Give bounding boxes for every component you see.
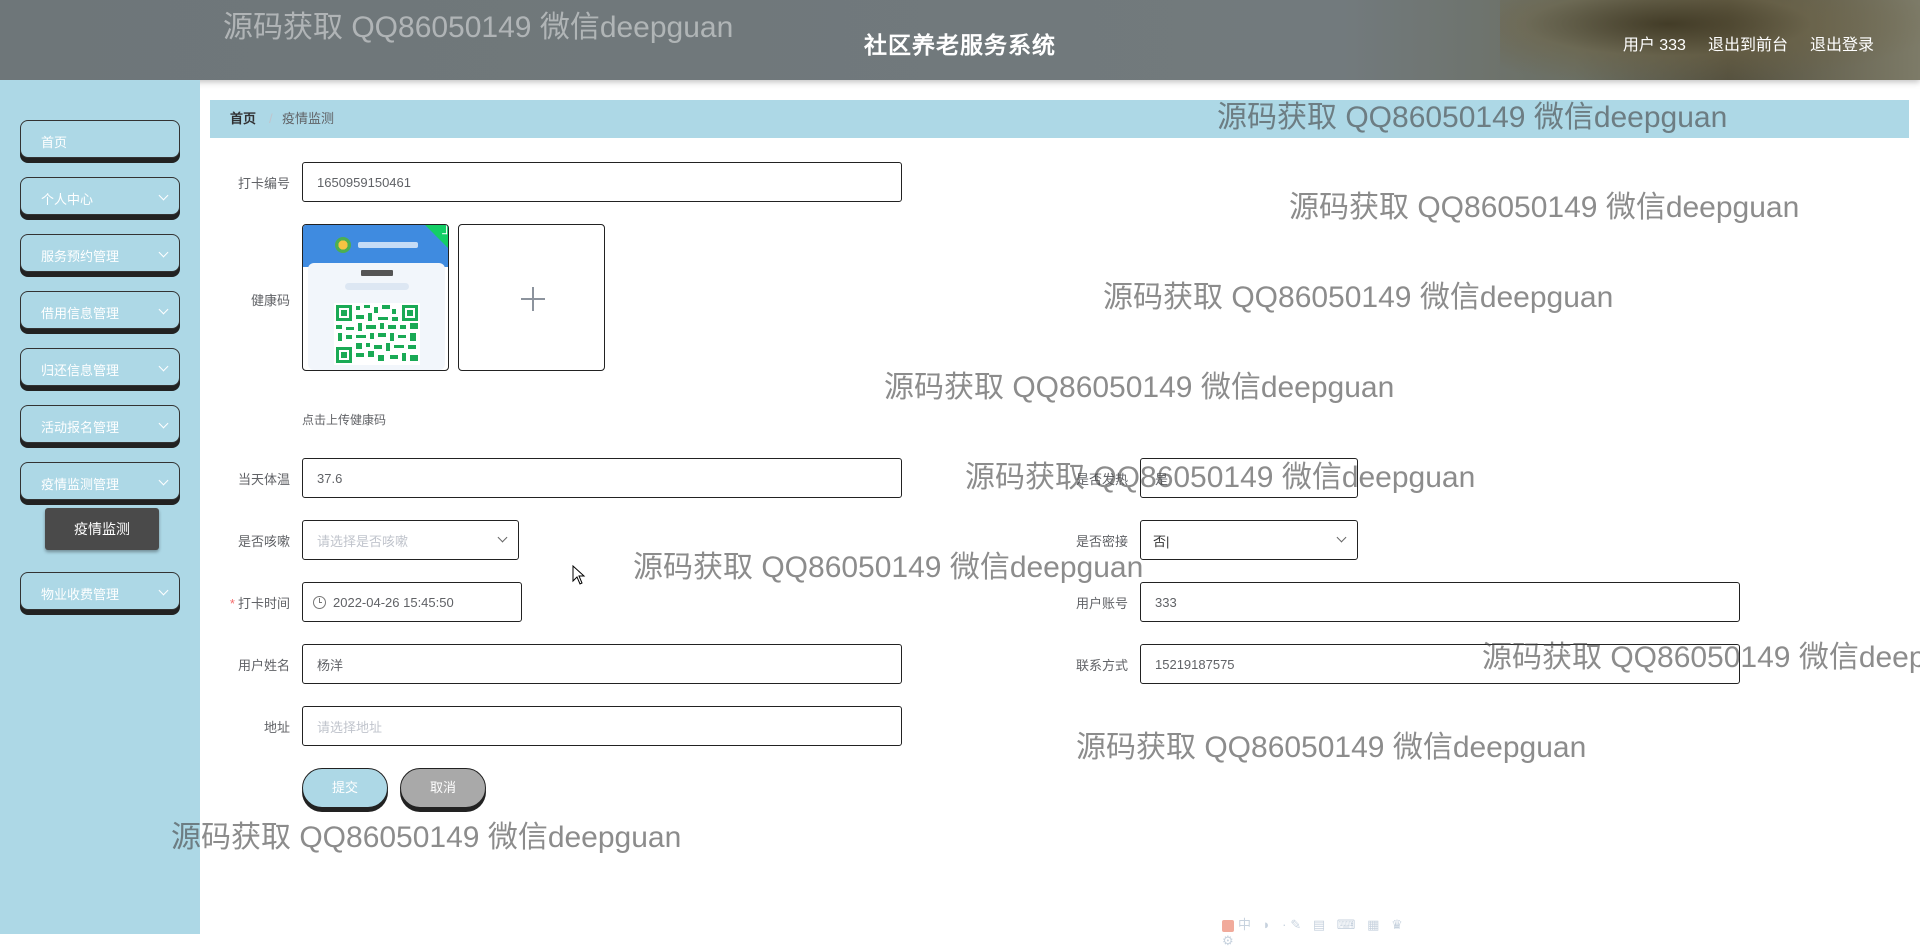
required-mark: * (229, 596, 235, 611)
chevron-down-icon (158, 418, 169, 429)
sidebar-item-service-booking[interactable]: 服务预约管理 (20, 234, 180, 272)
watermark-text: 源码获取 QQ86050149 微信deepguan (1103, 281, 1614, 314)
breadcrumb-separator: / (269, 111, 273, 126)
sidebar-item-borrow-info[interactable]: 借用信息管理 (20, 291, 180, 329)
health-code-thumbnail[interactable] (302, 224, 449, 371)
breadcrumb: 首页 / 疫情监测 (210, 100, 1909, 138)
qr-code-icon (334, 303, 420, 365)
ime-logo-icon (1222, 919, 1234, 932)
watermark-text: 源码获取 QQ86050149 微信deepguan (1076, 731, 1587, 764)
chevron-down-icon (1336, 532, 1347, 543)
breadcrumb-current: 疫情监测 (282, 111, 335, 126)
top-header: 社区养老服务系统 用户 333 退出到前台 退出登录 (0, 0, 1920, 80)
temperature-value: 37.6 (317, 470, 343, 486)
sidebar-item-label: 归还信息管理 (41, 363, 120, 378)
chevron-down-icon (158, 304, 169, 315)
checkin-no-input[interactable]: 1650959150461 (302, 162, 902, 202)
mouse-cursor-icon (572, 565, 586, 585)
phone-input[interactable]: 15219187575 (1140, 644, 1740, 684)
sidebar-item-home[interactable]: 首页 (20, 120, 180, 158)
chevron-down-icon (158, 247, 169, 258)
address-placeholder: 请选择地址 (317, 719, 383, 735)
sidebar-item-label: 服务预约管理 (41, 249, 120, 264)
watermark-text: 源码获取 QQ86050149 微信deepguan (171, 821, 682, 854)
chevron-down-icon (158, 190, 169, 201)
cough-placeholder: 请选择是否咳嗽 (317, 533, 409, 549)
sidebar-item-label: 活动报名管理 (41, 420, 120, 435)
checkin-time-picker[interactable]: 2022-04-26 15:45:50 (302, 582, 522, 622)
chevron-down-icon (158, 475, 169, 486)
name-label: 用户姓名 (237, 658, 290, 673)
cough-select[interactable]: 请选择是否咳嗽 (302, 520, 519, 560)
fever-label: 是否发热 (1075, 472, 1128, 487)
temperature-label: 当天体温 (237, 472, 290, 487)
sidebar-item-return-info[interactable]: 归还信息管理 (20, 348, 180, 386)
close-contact-label: 是否密接 (1075, 534, 1128, 549)
account-value: 333 (1155, 594, 1177, 610)
name-input[interactable]: 杨洋 (302, 644, 902, 684)
address-label: 地址 (263, 720, 290, 735)
clock-icon (313, 595, 326, 609)
account-input[interactable]: 333 (1140, 582, 1740, 622)
sidebar-item-label: 疫情监测管理 (41, 477, 120, 492)
watermark-text: 源码获取 QQ86050149 微信deepguan (1289, 191, 1800, 224)
city-logo-icon (335, 237, 351, 253)
account-label: 用户账号 (1075, 596, 1128, 611)
name-value: 杨洋 (317, 657, 344, 673)
submenu-item-epidemic-monitoring[interactable]: 疫情监测 (45, 508, 159, 550)
fever-select[interactable]: 是 (1140, 458, 1358, 498)
chevron-down-icon (497, 532, 508, 543)
fever-value: 是 (1155, 471, 1169, 487)
close-contact-select[interactable]: 否| (1140, 520, 1358, 560)
watermark-text: 源码获取 QQ86050149 微信deepguan (884, 371, 1395, 404)
checkin-no-label: 打卡编号 (237, 176, 290, 191)
sidebar-item-label: 物业收费管理 (41, 587, 120, 602)
ime-toolbar[interactable]: 中 ◗ ·✎ ▤ ⌨ ▦ ♛ ⚙ (1222, 914, 1426, 948)
health-code-upload-tip: 点击上传健康码 (302, 413, 387, 427)
logout-link[interactable]: 退出登录 (1810, 31, 1874, 55)
checkin-time-label: * 打卡时间 (229, 596, 290, 611)
sidebar-item-property-fees[interactable]: 物业收费管理 (20, 572, 180, 610)
chevron-down-icon (158, 585, 169, 596)
submit-button[interactable]: 提交 (302, 768, 388, 808)
checkin-time-value: 2022-04-26 15:45:50 (333, 594, 454, 610)
cancel-button[interactable]: 取消 (400, 768, 486, 808)
address-input[interactable]: 请选择地址 (302, 706, 902, 746)
sidebar-item-epidemic-monitoring[interactable]: 疫情监测管理 (20, 462, 180, 500)
chevron-down-icon (158, 361, 169, 372)
health-code-upload-button[interactable] (458, 224, 605, 371)
header-actions: 用户 333 退出到前台 退出登录 (1623, 31, 1874, 55)
cough-label: 是否咳嗽 (237, 534, 290, 549)
sidebar-item-label: 首页 (41, 135, 68, 150)
close-contact-value: 否| (1153, 533, 1170, 549)
phone-value: 15219187575 (1155, 656, 1235, 672)
temperature-input[interactable]: 37.6 (302, 458, 902, 498)
sidebar-item-label: 个人中心 (41, 192, 94, 207)
phone-label: 联系方式 (1075, 658, 1128, 673)
breadcrumb-home[interactable]: 首页 (230, 100, 256, 138)
checkin-no-value: 1650959150461 (317, 174, 411, 190)
health-code-image-title (358, 242, 418, 248)
current-user: 用户 333 (1622, 37, 1686, 54)
health-code-label: 健康码 (250, 293, 290, 308)
exit-to-front-link[interactable]: 退出到前台 (1708, 31, 1788, 55)
sidebar-item-activity-signup[interactable]: 活动报名管理 (20, 405, 180, 443)
sidebar-item-label: 借用信息管理 (41, 306, 120, 321)
health-code-image-subtitle (345, 283, 409, 290)
health-code-image-heading (361, 270, 393, 276)
sidebar-item-personal-center[interactable]: 个人中心 (20, 177, 180, 215)
